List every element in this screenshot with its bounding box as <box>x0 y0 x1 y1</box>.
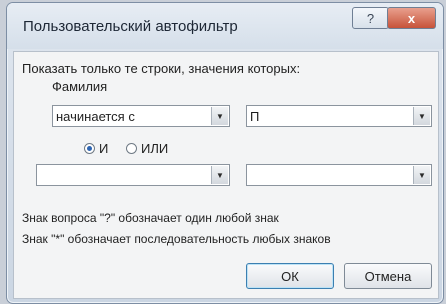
cancel-button[interactable]: Отмена <box>344 263 432 289</box>
value-combo-1-value: П <box>250 109 260 124</box>
close-icon: x <box>407 10 416 26</box>
operator-select-1-value: начинается с <box>56 109 135 124</box>
value-combo-1[interactable]: П ▼ <box>246 105 432 127</box>
help-button[interactable]: ? <box>352 7 389 29</box>
operator-select-2[interactable]: ▼ <box>36 164 230 186</box>
or-radio[interactable]: ИЛИ <box>126 141 168 156</box>
chevron-down-icon[interactable]: ▼ <box>211 107 228 125</box>
close-button[interactable]: x <box>387 7 436 29</box>
prompt-label: Показать только те строки, значения кото… <box>22 61 301 76</box>
and-radio[interactable]: И <box>84 141 108 156</box>
chevron-down-icon[interactable]: ▼ <box>413 107 430 125</box>
custom-autofilter-dialog: Пользовательский автофильтр ? x Показать… <box>6 2 444 304</box>
title-bar: Пользовательский автофильтр ? x <box>7 3 443 49</box>
operator-select-1[interactable]: начинается с ▼ <box>52 105 230 127</box>
hint-star: Знак "*" обозначает последовательность л… <box>22 232 331 246</box>
chevron-down-icon[interactable]: ▼ <box>413 166 430 184</box>
radio-dot-icon <box>84 143 95 154</box>
dialog-title: Пользовательский автофильтр <box>23 18 238 35</box>
value-combo-2[interactable]: ▼ <box>246 164 432 186</box>
and-radio-label: И <box>99 141 109 156</box>
dialog-body: Показать только те строки, значения кото… <box>13 51 439 299</box>
radio-dot-icon <box>126 143 137 154</box>
ok-button[interactable]: ОК <box>246 263 334 289</box>
hint-question: Знак вопроса "?" обозначает один любой з… <box>22 211 279 225</box>
field-name-label: Фамилия <box>52 79 108 94</box>
chevron-down-icon[interactable]: ▼ <box>211 166 228 184</box>
help-icon: ? <box>366 10 375 26</box>
or-radio-label: ИЛИ <box>141 141 169 156</box>
